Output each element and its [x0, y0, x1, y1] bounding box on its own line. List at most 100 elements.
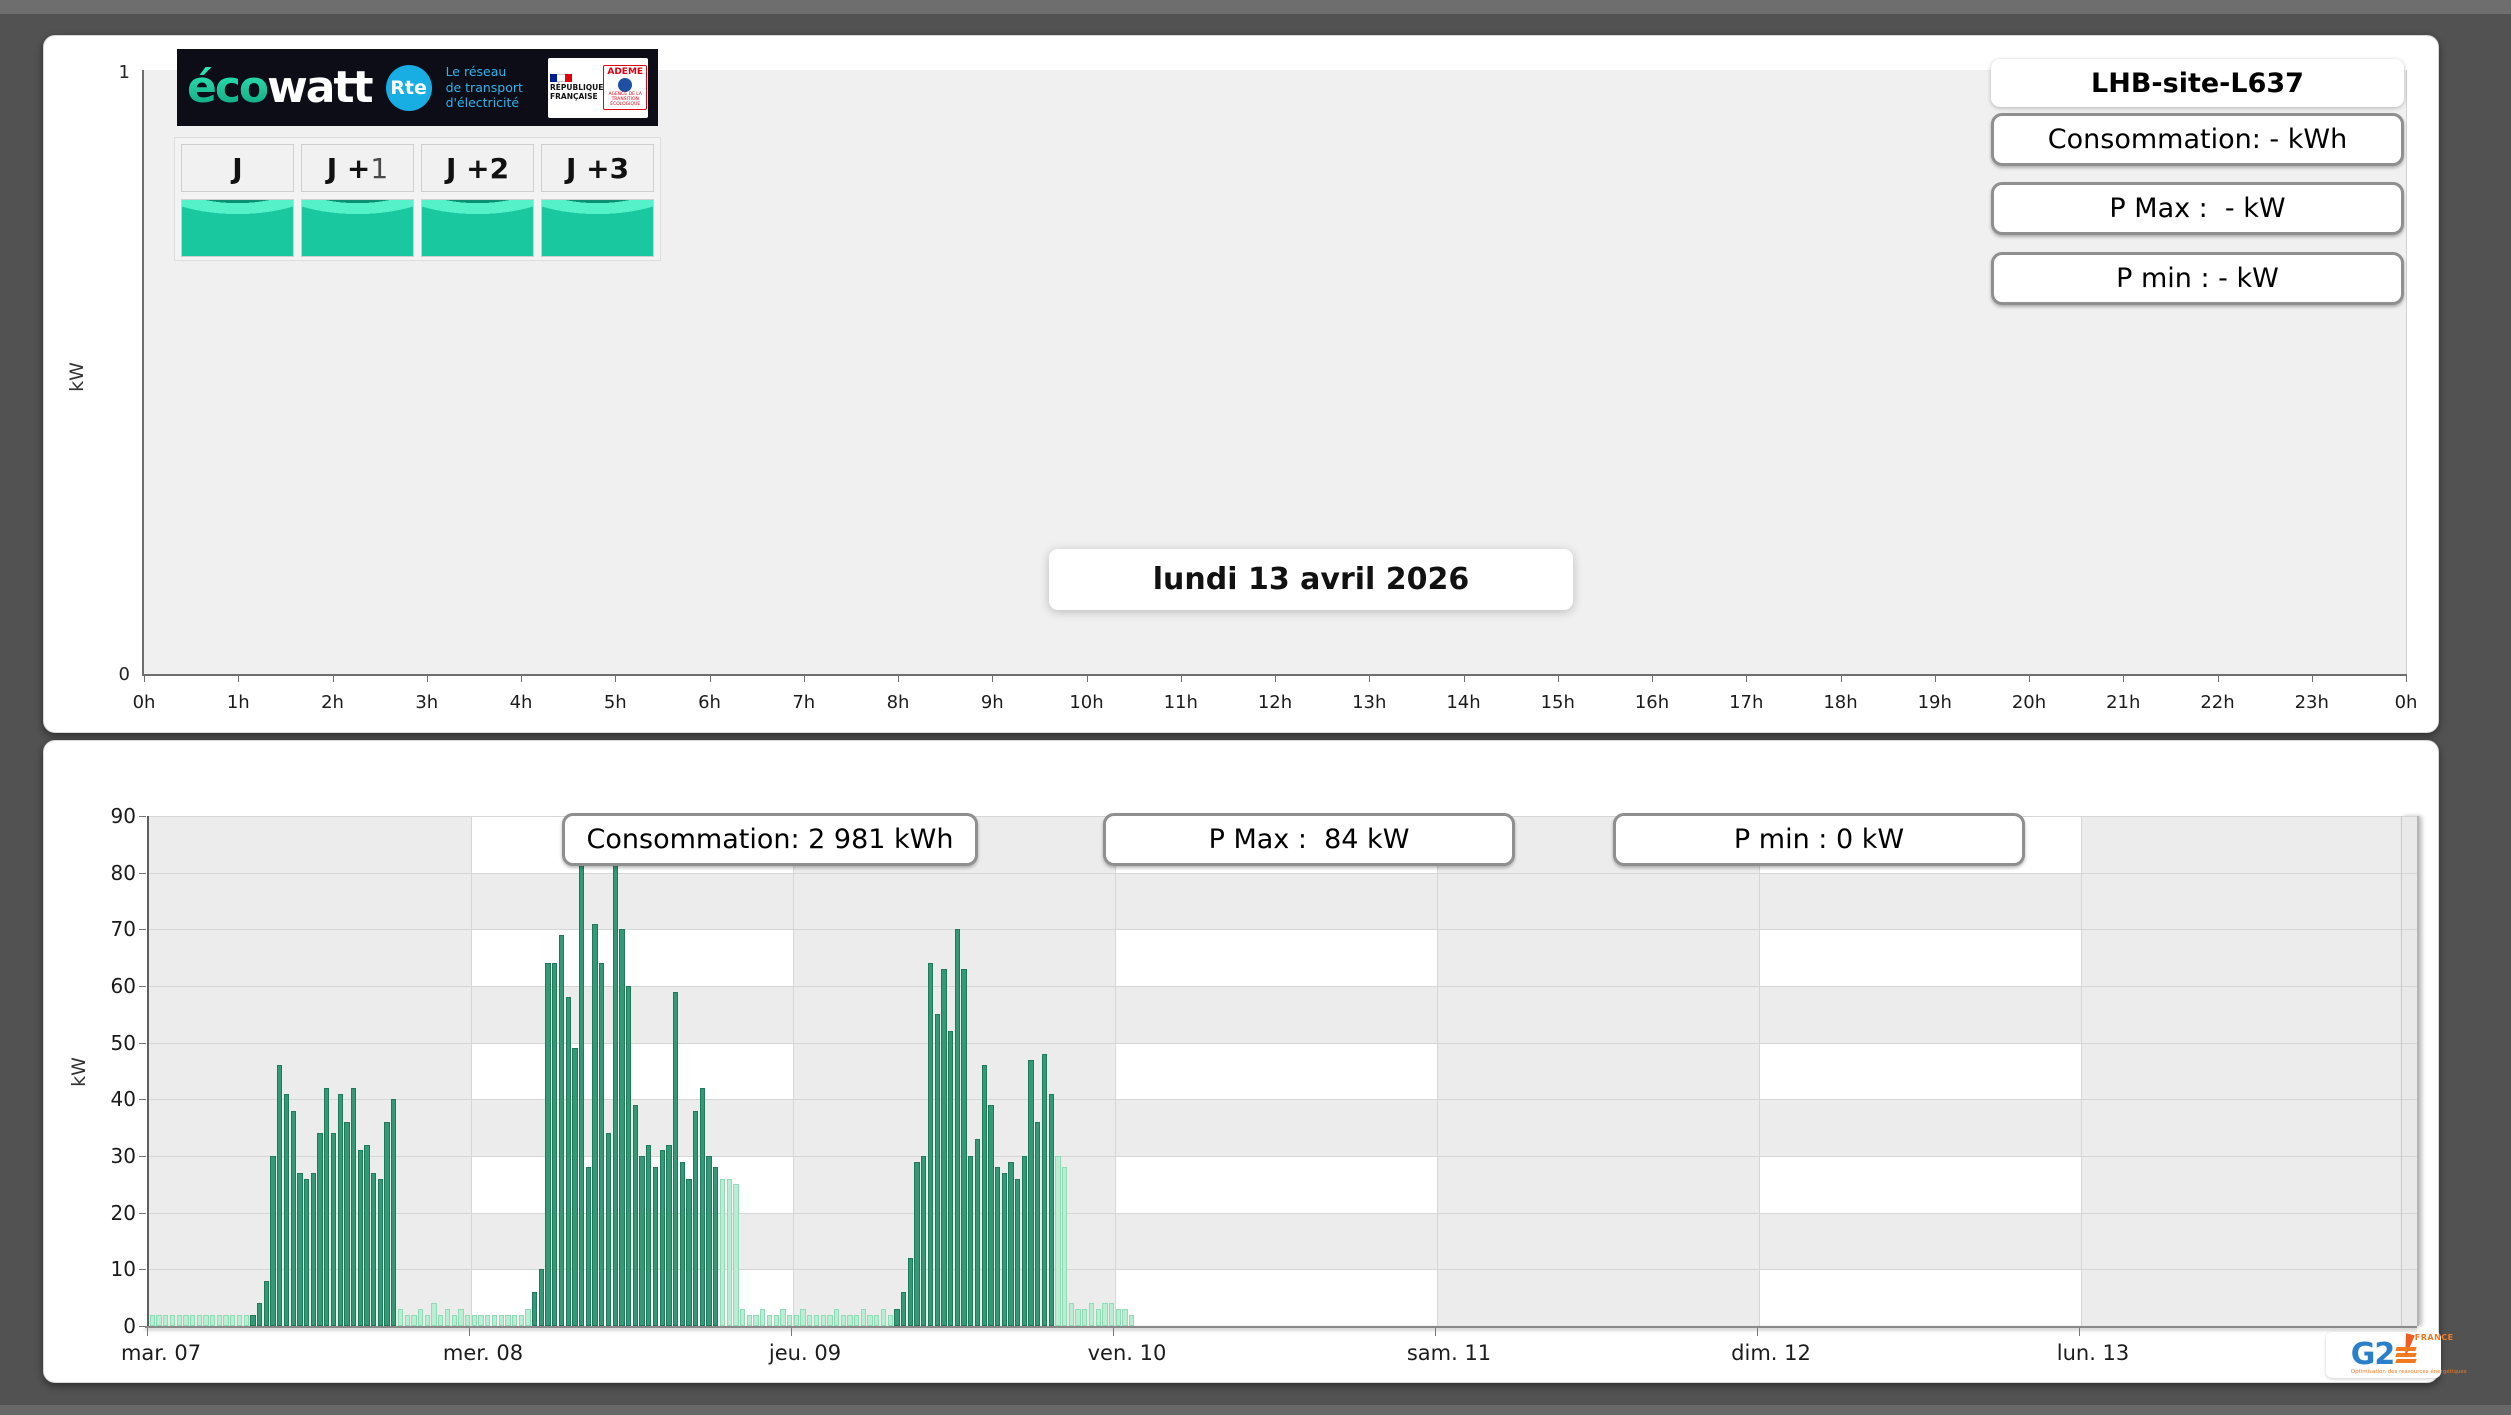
- consumption-bar: [257, 1303, 262, 1326]
- consumption-bar: [861, 1309, 866, 1326]
- consumption-bar: [599, 963, 604, 1326]
- day-button-j1[interactable]: J + 1: [301, 144, 414, 192]
- consumption-bar: [995, 1167, 1000, 1326]
- ecowatt-signal-image-j3[interactable]: [541, 199, 654, 257]
- weekly-chart-panel: 0102030405060708090 mar. 07mer. 08jeu. 0…: [43, 740, 2439, 1383]
- hour-tick: [615, 674, 616, 682]
- scrollbar-gridline: [2402, 1213, 2417, 1214]
- consumption-bar: [512, 1315, 517, 1326]
- hour-tick: [2218, 674, 2219, 682]
- day-button-j3[interactable]: J + 3: [541, 144, 654, 192]
- consumption-bar: [250, 1315, 255, 1326]
- day-tick: [2079, 1328, 2080, 1336]
- consumption-bar: [592, 924, 597, 1326]
- hour-tick: [1464, 674, 1465, 682]
- consumption-bar: [1022, 1156, 1027, 1326]
- day-tick: [791, 1328, 792, 1336]
- hour-tick: [804, 674, 805, 682]
- consumption-bar: [284, 1094, 289, 1326]
- consumption-bar: [170, 1315, 175, 1326]
- daily-pmin-box[interactable]: P min : - kW: [1991, 252, 2404, 305]
- gridline-horizontal: [149, 873, 2403, 874]
- consumption-bar: [982, 1065, 987, 1326]
- consumption-bar: [874, 1315, 879, 1326]
- consumption-bar: [1002, 1173, 1007, 1326]
- consumption-bar: [203, 1315, 208, 1326]
- consumption-bar: [277, 1065, 282, 1326]
- weekly-pmin-box[interactable]: P min : 0 kW: [1613, 813, 2025, 866]
- hour-tick: [2406, 674, 2407, 682]
- weekly-y-tick-label: 80: [80, 861, 136, 885]
- consumption-bar: [572, 1048, 577, 1326]
- consumption-bar: [311, 1173, 316, 1326]
- hour-tick: [992, 674, 993, 682]
- consumption-bar: [686, 1179, 691, 1326]
- consumption-bar: [539, 1269, 544, 1326]
- page-bottom-strip: [0, 1405, 2511, 1415]
- consumption-bar: [1109, 1303, 1114, 1326]
- consumption-bar: [908, 1258, 913, 1326]
- hour-tick-label: 14h: [1446, 692, 1480, 713]
- consumption-bar: [190, 1315, 195, 1326]
- consumption-bar: [1116, 1309, 1121, 1326]
- rte-tagline: Le réseau de transport d'électricité: [446, 64, 523, 111]
- consumption-bar: [1062, 1167, 1067, 1326]
- consumption-bar: [391, 1099, 396, 1326]
- weekly-y-tick-label: 70: [80, 917, 136, 941]
- gridline-vertical-day: [1759, 816, 1760, 1326]
- daily-consumption-box[interactable]: Consommation: - kWh: [1991, 113, 2404, 166]
- consumption-bar: [1075, 1309, 1080, 1326]
- day-button-j[interactable]: J: [181, 144, 294, 192]
- hour-tick-label: 7h: [792, 692, 815, 713]
- day-tick-label: lun. 13: [2057, 1341, 2130, 1365]
- hour-tick: [2312, 674, 2313, 682]
- hour-tick-label: 12h: [1258, 692, 1292, 713]
- site-selector-button[interactable]: LHB-site-L637: [1991, 59, 2404, 107]
- hour-tick-label: 0h: [133, 692, 156, 713]
- consumption-bar: [841, 1315, 846, 1326]
- hour-tick: [521, 674, 522, 682]
- consumption-bar: [378, 1179, 383, 1326]
- ecowatt-signal-image-j1[interactable]: [301, 199, 414, 257]
- consumption-bar: [358, 1150, 363, 1326]
- gridline-vertical-day: [1115, 816, 1116, 1326]
- consumption-bar: [713, 1167, 718, 1326]
- consumption-bar: [975, 1139, 980, 1326]
- hour-tick-label: 2h: [321, 692, 344, 713]
- consumption-bar: [1035, 1122, 1040, 1326]
- g2e-wordmark: G2: [2351, 1340, 2395, 1370]
- consumption-bar: [217, 1315, 222, 1326]
- day-tick-label: sam. 11: [1407, 1341, 1491, 1365]
- weekly-y-tick: [139, 929, 146, 930]
- scrollbar-gridline: [2402, 816, 2417, 817]
- hour-tick-label: 19h: [1918, 692, 1952, 713]
- weekly-x-axis-line: [145, 1326, 2417, 1328]
- day-tick: [1435, 1328, 1436, 1336]
- weekly-consumption-box[interactable]: Consommation: 2 981 kWh: [562, 813, 978, 866]
- consumption-bar: [579, 861, 584, 1326]
- daily-chart-panel: 1 0 kW 0h1h2h3h4h5h6h7h8h9h10h11h12h13h1…: [43, 35, 2439, 733]
- weekly-pmax-box[interactable]: P Max : 84 kW: [1103, 813, 1515, 866]
- ademe-logo: ADEME AGENCE DE LA TRANSITION ÉCOLOGIQUE: [603, 65, 647, 110]
- consumption-bar: [888, 1315, 893, 1326]
- consumption-bar: [492, 1315, 497, 1326]
- g2e-logo: G2 FRANCE Optimisation des ressources én…: [2326, 1332, 2441, 1378]
- consumption-bar: [197, 1315, 202, 1326]
- hour-tick: [1369, 674, 1370, 682]
- consumption-bar: [753, 1315, 758, 1326]
- consumption-bar: [760, 1309, 765, 1326]
- daily-pmax-box[interactable]: P Max : - kW: [1991, 182, 2404, 235]
- ecowatt-signal-image-j[interactable]: [181, 199, 294, 257]
- value-axis-scrollbar[interactable]: [2401, 816, 2419, 1326]
- day-button-j2[interactable]: J + 2: [421, 144, 534, 192]
- consumption-bar: [438, 1315, 443, 1326]
- consumption-bar: [1049, 1094, 1054, 1326]
- hour-tick-label: 16h: [1635, 692, 1669, 713]
- hour-tick-label: 13h: [1352, 692, 1386, 713]
- ecowatt-signal-image-j2[interactable]: [421, 199, 534, 257]
- hour-tick-label: 5h: [604, 692, 627, 713]
- consumption-bar: [854, 1315, 859, 1326]
- consumption-bar: [338, 1094, 343, 1326]
- consumption-bar: [210, 1315, 215, 1326]
- weekly-y-tick-label: 90: [80, 804, 136, 828]
